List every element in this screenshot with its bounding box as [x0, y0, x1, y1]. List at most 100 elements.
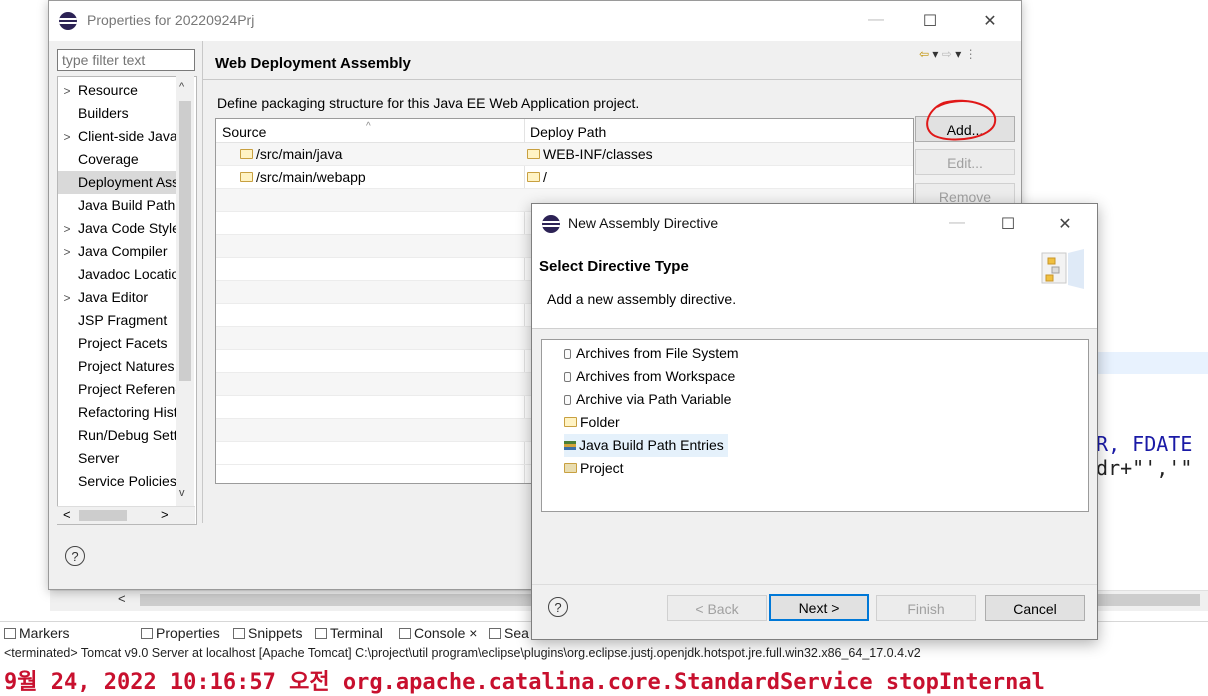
tree-item-service-policies[interactable]: Service Policies [58, 470, 176, 493]
tree-item-label: Project References [78, 381, 176, 397]
deploy-cell: WEB-INF/classes [527, 143, 653, 166]
list-item-label: Archives from Workspace [576, 368, 736, 384]
minimize-icon[interactable]: — [942, 214, 972, 232]
tab-search[interactable]: Sea [489, 625, 529, 641]
annotation-circle [926, 99, 997, 141]
folder-icon [527, 172, 540, 182]
tab-markers[interactable]: Markers [4, 625, 70, 641]
chevron-right-icon[interactable]: > [60, 126, 74, 148]
tree-item-java-build-path[interactable]: Java Build Path [58, 194, 176, 217]
scroll-down-arrow-icon[interactable]: v [179, 487, 185, 499]
tab-snippets[interactable]: Snippets [233, 625, 302, 641]
scroll-left-arrow-icon[interactable]: < [63, 507, 71, 522]
wizard-heading: Select Directive Type [539, 258, 689, 275]
directive-type-list: Archives from File System Archives from … [541, 339, 1089, 512]
sort-up-icon: ^ [366, 121, 371, 132]
back-arrow-icon[interactable]: ⇦ [919, 47, 929, 61]
chevron-right-icon[interactable]: > [60, 80, 74, 102]
tree-item-java-editor[interactable]: > Java Editor [58, 286, 176, 309]
tab-label: Markers [19, 625, 70, 641]
forward-dropdown-icon[interactable]: ▾ [955, 47, 961, 61]
terminal-icon [315, 628, 327, 639]
wizard-description: Add a new assembly directive. [547, 291, 737, 307]
help-icon[interactable]: ? [548, 597, 568, 617]
table-row[interactable]: /src/main/webapp / [216, 166, 913, 189]
close-icon[interactable]: × [469, 625, 477, 641]
next-button[interactable]: Next > [769, 594, 869, 621]
tree-item-java-code-style[interactable]: > Java Code Style [58, 217, 176, 240]
list-item-archives-from-file-system[interactable]: Archives from File System [564, 342, 739, 365]
tree-item-javadoc-location[interactable]: Javadoc Location [58, 263, 176, 286]
eclipse-logo-icon [542, 215, 560, 233]
table-row[interactable]: /src/main/java WEB-INF/classes [216, 143, 913, 166]
code-fragment: ddr+"','" [1084, 456, 1193, 480]
tree-item-project-facets[interactable]: Project Facets [58, 332, 176, 355]
tree-item-refactoring-history[interactable]: Refactoring History [58, 401, 176, 424]
chevron-right-icon[interactable]: > [60, 241, 74, 263]
tree-item-label: Refactoring History [78, 404, 176, 420]
page-title: Web Deployment Assembly [215, 55, 411, 72]
view-menu-icon[interactable]: ⋮ [965, 47, 977, 61]
folder-icon [240, 172, 253, 182]
jar-icon [564, 372, 571, 382]
tree-item-label: Deployment Assembly [78, 174, 176, 190]
cell-text: / [543, 169, 547, 185]
column-header-deploy-path[interactable]: Deploy Path [530, 121, 606, 144]
tree-item-label: Server [78, 450, 120, 466]
tree-item-project-references[interactable]: Project References [58, 378, 176, 401]
jar-icon [564, 349, 571, 359]
edit-button[interactable]: Edit... [915, 149, 1015, 175]
cell-text: /src/main/webapp [256, 169, 366, 185]
tree-item-label: Project Natures [78, 358, 175, 374]
scroll-right-arrow-icon[interactable]: > [161, 507, 169, 522]
tree-item-label: Builders [78, 105, 129, 121]
scroll-up-arrow-icon[interactable]: ^ [179, 81, 184, 93]
dialog-titlebar: New Assembly Directive — ☐ ✕ [532, 204, 1097, 244]
maximize-icon[interactable]: ☐ [993, 214, 1023, 234]
tree-scroll-thumb[interactable] [179, 101, 191, 381]
properties-icon [141, 628, 153, 639]
column-header-source[interactable]: Source [222, 121, 266, 144]
tree-item-builders[interactable]: Builders [58, 102, 176, 125]
tree-item-client-side-javascript[interactable]: >Client-side JavaScript [58, 125, 176, 148]
scroll-left-arrow-icon[interactable]: < [118, 591, 126, 606]
tree-item-server[interactable]: Server [58, 447, 176, 470]
list-item-archive-via-path-variable[interactable]: Archive via Path Variable [564, 388, 731, 411]
tree-item-label: Resource [78, 82, 138, 98]
help-icon[interactable]: ? [65, 546, 85, 566]
tab-console[interactable]: Console × [399, 625, 477, 641]
table-header-row: Source ^ Deploy Path [216, 119, 913, 143]
tree-item-project-natures[interactable]: Project Natures [58, 355, 176, 378]
back-dropdown-icon[interactable]: ▾ [932, 47, 938, 61]
forward-arrow-icon[interactable]: ⇨ [942, 47, 952, 61]
back-button[interactable]: < Back [667, 595, 767, 621]
list-item-project[interactable]: Project [564, 457, 624, 480]
close-icon[interactable]: ✕ [975, 11, 1005, 31]
tree-item-java-compiler[interactable]: > Java Compiler [58, 240, 176, 263]
new-assembly-directive-dialog: New Assembly Directive — ☐ ✕ Select Dire… [531, 203, 1098, 640]
close-icon[interactable]: ✕ [1050, 214, 1080, 234]
tab-terminal[interactable]: Terminal [315, 625, 383, 641]
filter-input[interactable] [57, 49, 195, 71]
tree-item-coverage[interactable]: Coverage [58, 148, 176, 171]
tab-properties[interactable]: Properties [141, 625, 220, 641]
minimize-icon[interactable]: — [861, 11, 891, 29]
tree-item-jsp-fragment[interactable]: JSP Fragment [58, 309, 176, 332]
jar-icon [564, 395, 571, 405]
chevron-right-icon[interactable]: > [60, 287, 74, 309]
chevron-right-icon[interactable]: > [60, 218, 74, 240]
finish-button[interactable]: Finish [876, 595, 976, 621]
tree-item-run-debug-settings[interactable]: Run/Debug Settings [58, 424, 176, 447]
list-item-java-build-path-entries[interactable]: Java Build Path Entries [564, 434, 728, 457]
cancel-button[interactable]: Cancel [985, 595, 1085, 621]
tree-item-label: Run/Debug Settings [78, 427, 176, 443]
list-item-archives-from-workspace[interactable]: Archives from Workspace [564, 365, 735, 388]
maximize-icon[interactable]: ☐ [915, 11, 945, 31]
pane-divider[interactable] [202, 41, 203, 523]
tree-item-resource[interactable]: > Resource [58, 79, 176, 102]
tab-label: Snippets [248, 625, 303, 641]
tree-item-deployment-assembly[interactable]: Deployment Assembly [58, 171, 176, 194]
tree-hscroll-thumb[interactable] [79, 510, 127, 521]
tree-horizontal-scrollbar[interactable]: < > [57, 506, 195, 524]
list-item-folder[interactable]: Folder [564, 411, 620, 434]
